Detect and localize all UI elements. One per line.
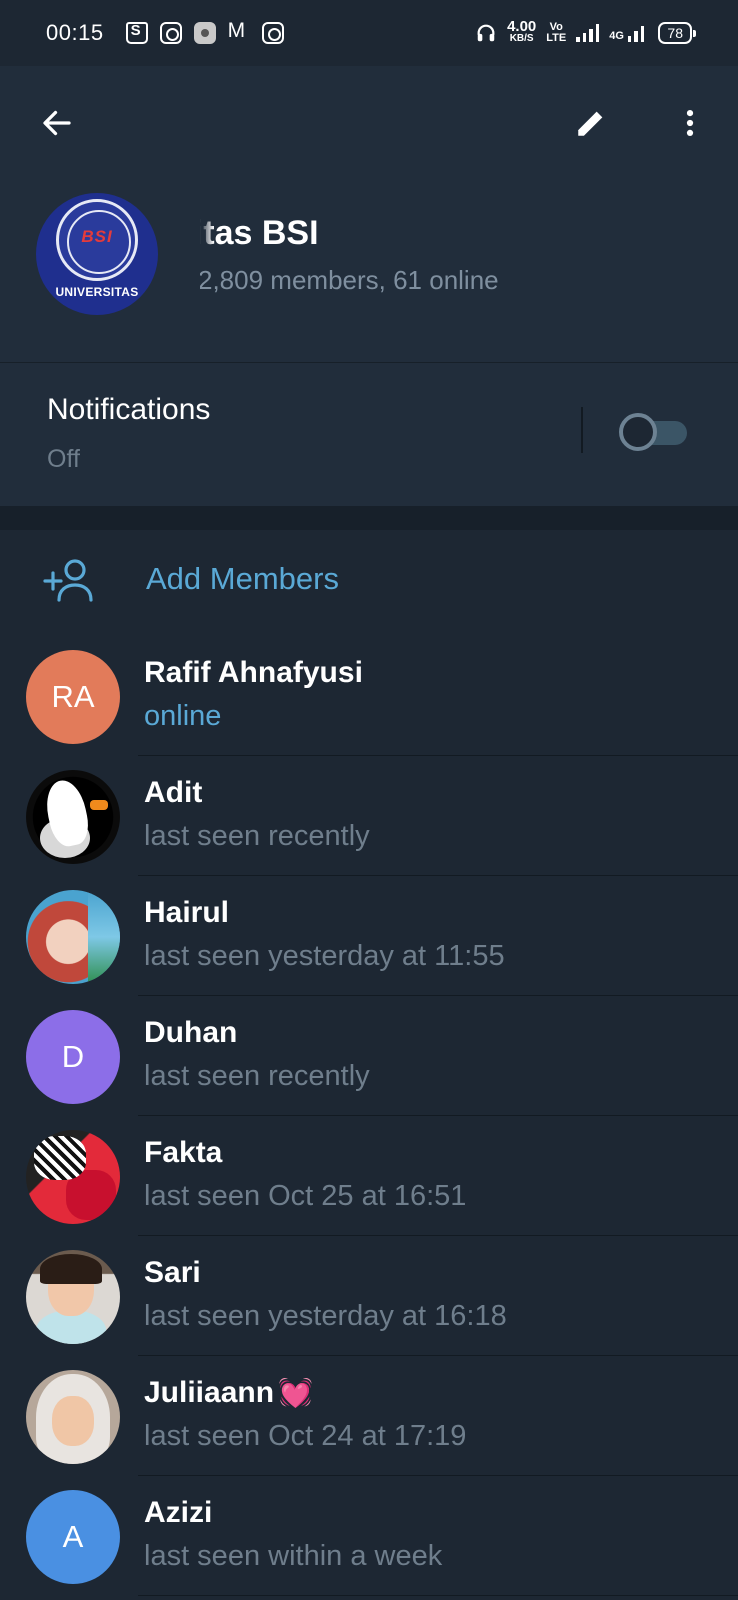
more-vertical-icon <box>686 109 694 137</box>
heart-emoji-icon: 💓 <box>278 1377 313 1408</box>
notifications-title: Notifications <box>47 393 211 426</box>
member-avatar: RA <box>26 650 120 744</box>
row-divider <box>138 1595 738 1596</box>
network-speed-value: 4.00 <box>507 18 537 35</box>
group-logo-caption: UNIVERSITAS <box>55 285 139 299</box>
add-members-button[interactable]: Add Members <box>0 530 738 630</box>
battery-level: 78 <box>667 25 683 41</box>
notifications-row[interactable]: Notifications Off <box>0 362 738 506</box>
member-name: Hairul <box>144 896 230 929</box>
arrow-left-icon <box>43 110 71 136</box>
member-avatar: D <box>26 1010 120 1104</box>
group-subtitle-text: 2,809 members, 61 online <box>200 265 499 295</box>
signal-icon <box>576 24 600 42</box>
member-row[interactable]: A Azizi last seen within a week <box>0 1476 738 1596</box>
member-name: Juliiaann <box>144 1376 275 1409</box>
headphones-icon <box>477 24 495 42</box>
member-status: last seen Oct 25 at 16:51 <box>144 1180 467 1212</box>
members-list: Add Members RA Rafif Ahnafyusi online Ad… <box>0 530 738 1600</box>
gmail-notification-icon <box>228 19 250 44</box>
instagram-notification-icon-2 <box>261 22 284 44</box>
app-notification-icon <box>193 22 216 44</box>
notifications-state: Off <box>47 445 80 473</box>
member-name: Fakta <box>144 1136 223 1169</box>
add-user-icon <box>43 559 93 602</box>
bugs-bunny-photo-icon <box>26 770 120 864</box>
member-name: Rafif Ahnafyusi <box>144 656 363 689</box>
member-row[interactable]: Juliiaann 💓 last seen Oct 24 at 17:19 <box>0 1356 738 1476</box>
section-separator <box>0 506 738 530</box>
network-type: 4G <box>609 30 624 42</box>
member-status: last seen recently <box>144 820 370 852</box>
member-name: Azizi <box>144 1496 213 1529</box>
group-subtitle: 2,809 members, 61 online <box>200 265 716 296</box>
member-row[interactable]: Fakta last seen Oct 25 at 16:51 <box>0 1116 738 1236</box>
member-name: Adit <box>144 776 203 809</box>
edit-button[interactable] <box>563 95 619 151</box>
member-initials: A <box>62 1519 84 1554</box>
girl-selfie-photo-icon <box>26 1250 120 1344</box>
member-initials: RA <box>51 679 95 714</box>
member-row[interactable]: Adit last seen recently <box>0 756 738 876</box>
member-name: Sari <box>144 1256 201 1289</box>
notifications-divider <box>581 407 583 453</box>
status-bar: 00:15 4.00 KB/S Vo LTE 4G 78 <box>0 0 738 66</box>
toggle-knob <box>619 413 657 451</box>
member-status: last seen recently <box>144 1060 370 1092</box>
member-status: last seen yesterday at 11:55 <box>144 940 505 972</box>
add-members-label: Add Members <box>146 561 339 596</box>
instagram-notification-icon <box>159 22 182 44</box>
member-name: Duhan <box>144 1016 238 1049</box>
member-row[interactable]: Hairul last seen yesterday at 11:55 <box>0 876 738 996</box>
volte-bottom: LTE <box>546 32 567 44</box>
group-avatar[interactable]: BSI UNIVERSITAS <box>36 193 158 315</box>
member-initials: D <box>61 1039 85 1074</box>
member-avatar: A <box>26 1490 120 1584</box>
network-speed: 4.00 KB/S <box>507 18 537 45</box>
volte-indicator: Vo LTE <box>546 22 566 44</box>
group-header: BSI UNIVERSITAS Ikatan Alumni Universita… <box>0 66 738 362</box>
signal-4g-icon: 4G <box>609 24 645 42</box>
network-speed-unit: KB/S <box>509 33 534 44</box>
notifications-toggle[interactable] <box>619 413 689 451</box>
member-row[interactable]: D Duhan last seen recently <box>0 996 738 1116</box>
back-button[interactable] <box>29 95 85 151</box>
baby-photo-icon <box>26 890 120 984</box>
shopee-notification-icon <box>125 22 148 44</box>
member-status: online <box>144 700 222 732</box>
member-row[interactable]: Sari last seen yesterday at 16:18 <box>0 1236 738 1356</box>
member-status: last seen within a week <box>144 1540 443 1572</box>
red-artwork-photo-icon <box>26 1130 120 1224</box>
status-time: 00:15 <box>46 20 104 45</box>
battery-icon: 78 <box>658 22 696 44</box>
group-title: Ikatan Alumni Universitas BSI <box>200 214 716 253</box>
group-logo-text: BSI <box>81 227 113 246</box>
member-row[interactable]: RA Rafif Ahnafyusi online <box>0 636 738 756</box>
status-right-group: 4.00 KB/S Vo LTE 4G 78 <box>475 18 696 45</box>
pencil-icon <box>578 111 603 136</box>
more-options-button[interactable] <box>662 95 718 151</box>
group-title-text: Ikatan Alumni Universitas BSI <box>200 214 319 252</box>
member-status: last seen yesterday at 16:18 <box>144 1300 507 1332</box>
member-name-wrap: Juliiaann 💓 <box>144 1376 313 1410</box>
member-status: last seen Oct 24 at 17:19 <box>144 1420 467 1452</box>
hijab-selfie-photo-icon <box>26 1370 120 1464</box>
